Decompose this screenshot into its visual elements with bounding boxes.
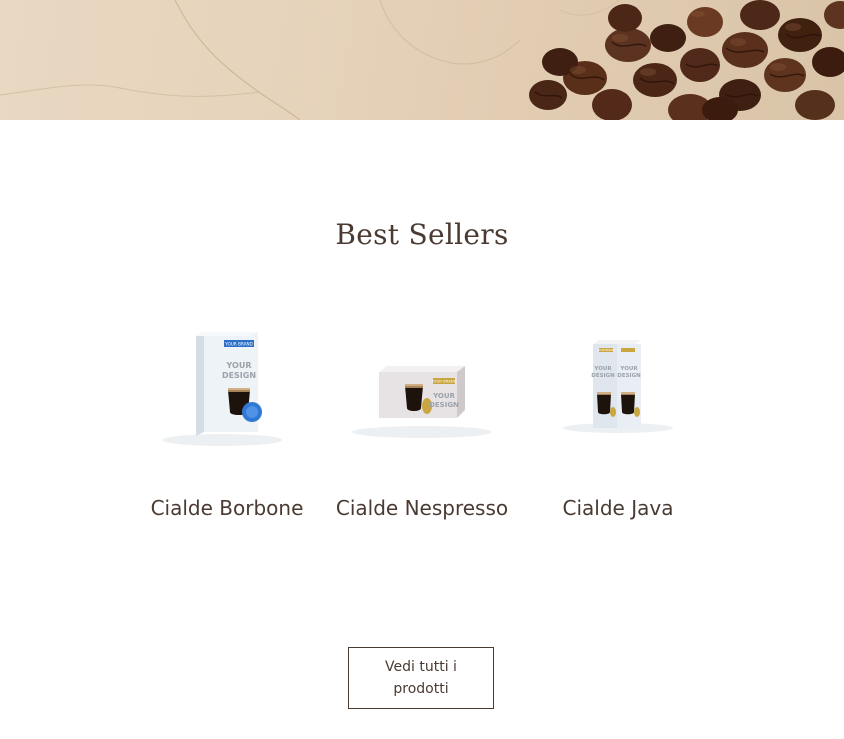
brand-label: YOUR BRAND [431, 379, 456, 384]
nespresso-box-image[interactable]: YOUR BRAND YOUR DESIGN [327, 320, 517, 460]
product-card-nespresso[interactable]: YOUR BRAND YOUR DESIGN Cialde Nespresso [327, 320, 517, 540]
borbone-box-image[interactable]: YOUR BRAND YOUR DESIGN [132, 320, 322, 460]
coffee-beans-image [0, 0, 844, 120]
hero-banner [0, 0, 844, 120]
svg-text:YOUR: YOUR [432, 392, 455, 400]
page: Best Sellers YOUR BRAND YOUR DESIGN Cial… [0, 0, 844, 739]
product-name[interactable]: Cialde Java [523, 496, 713, 520]
view-all-products-button[interactable]: Vedi tutti i prodotti [348, 647, 494, 709]
svg-text:DESIGN: DESIGN [429, 401, 459, 409]
product-card-java[interactable]: YOUR BRAND YOUR DESIGN YOUR DESIGN Ciald… [523, 320, 713, 540]
product-name[interactable]: Cialde Borbone [132, 496, 322, 520]
svg-text:YOUR: YOUR [226, 361, 252, 370]
svg-text:DESIGN: DESIGN [617, 373, 641, 379]
svg-text:YOUR: YOUR [593, 366, 612, 372]
brand-label: YOUR BRAND [597, 348, 614, 352]
section-title: Best Sellers [335, 218, 509, 251]
java-box-image[interactable]: YOUR BRAND YOUR DESIGN YOUR DESIGN [523, 320, 713, 460]
svg-text:YOUR: YOUR [619, 366, 638, 372]
brand-label: YOUR BRAND [224, 342, 253, 347]
product-card-borbone[interactable]: YOUR BRAND YOUR DESIGN Cialde Borbone [132, 320, 322, 540]
product-name[interactable]: Cialde Nespresso [327, 496, 517, 520]
svg-text:DESIGN: DESIGN [222, 371, 256, 380]
svg-text:DESIGN: DESIGN [591, 373, 615, 379]
